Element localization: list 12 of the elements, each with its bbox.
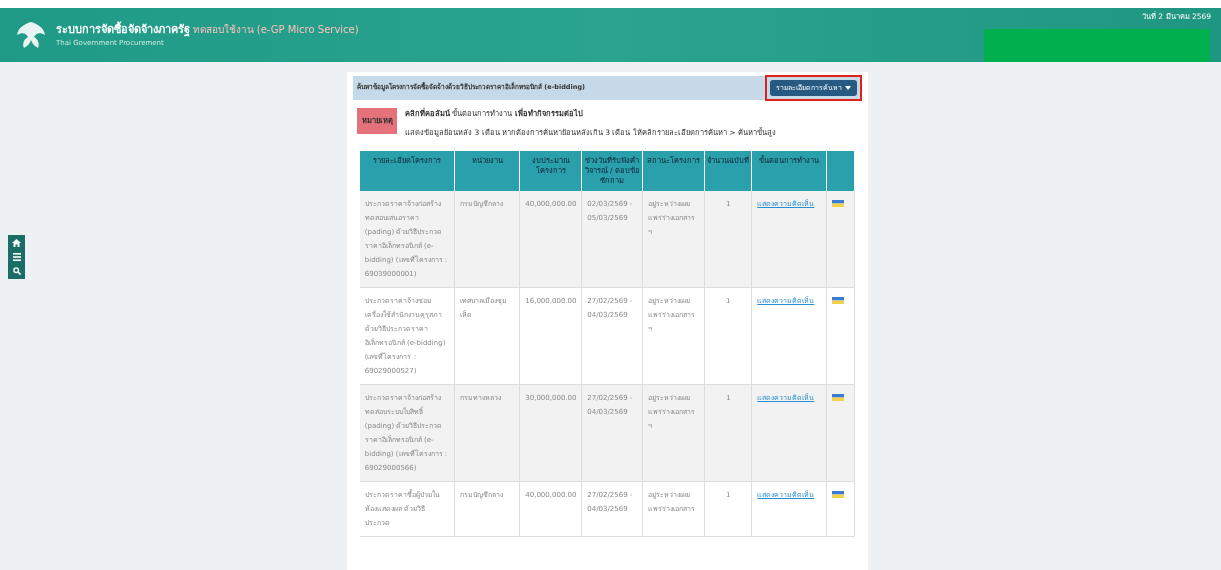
card-icon[interactable] bbox=[832, 394, 845, 402]
search-icon[interactable] bbox=[12, 267, 21, 275]
card-icon[interactable] bbox=[832, 297, 845, 305]
card-icon[interactable] bbox=[832, 200, 845, 208]
column-header bbox=[826, 150, 855, 191]
card-icon[interactable] bbox=[832, 491, 845, 499]
site-title: ระบบการจัดซื้อจัดจ้างภาครัฐ bbox=[56, 22, 190, 36]
caret-icon bbox=[845, 86, 851, 90]
home-icon[interactable] bbox=[12, 239, 21, 247]
menu-icon[interactable] bbox=[12, 253, 21, 261]
emblem-icon bbox=[14, 20, 48, 50]
site-tag: ทดสอบใช้งาน (e-GP Micro Service) bbox=[192, 23, 359, 35]
